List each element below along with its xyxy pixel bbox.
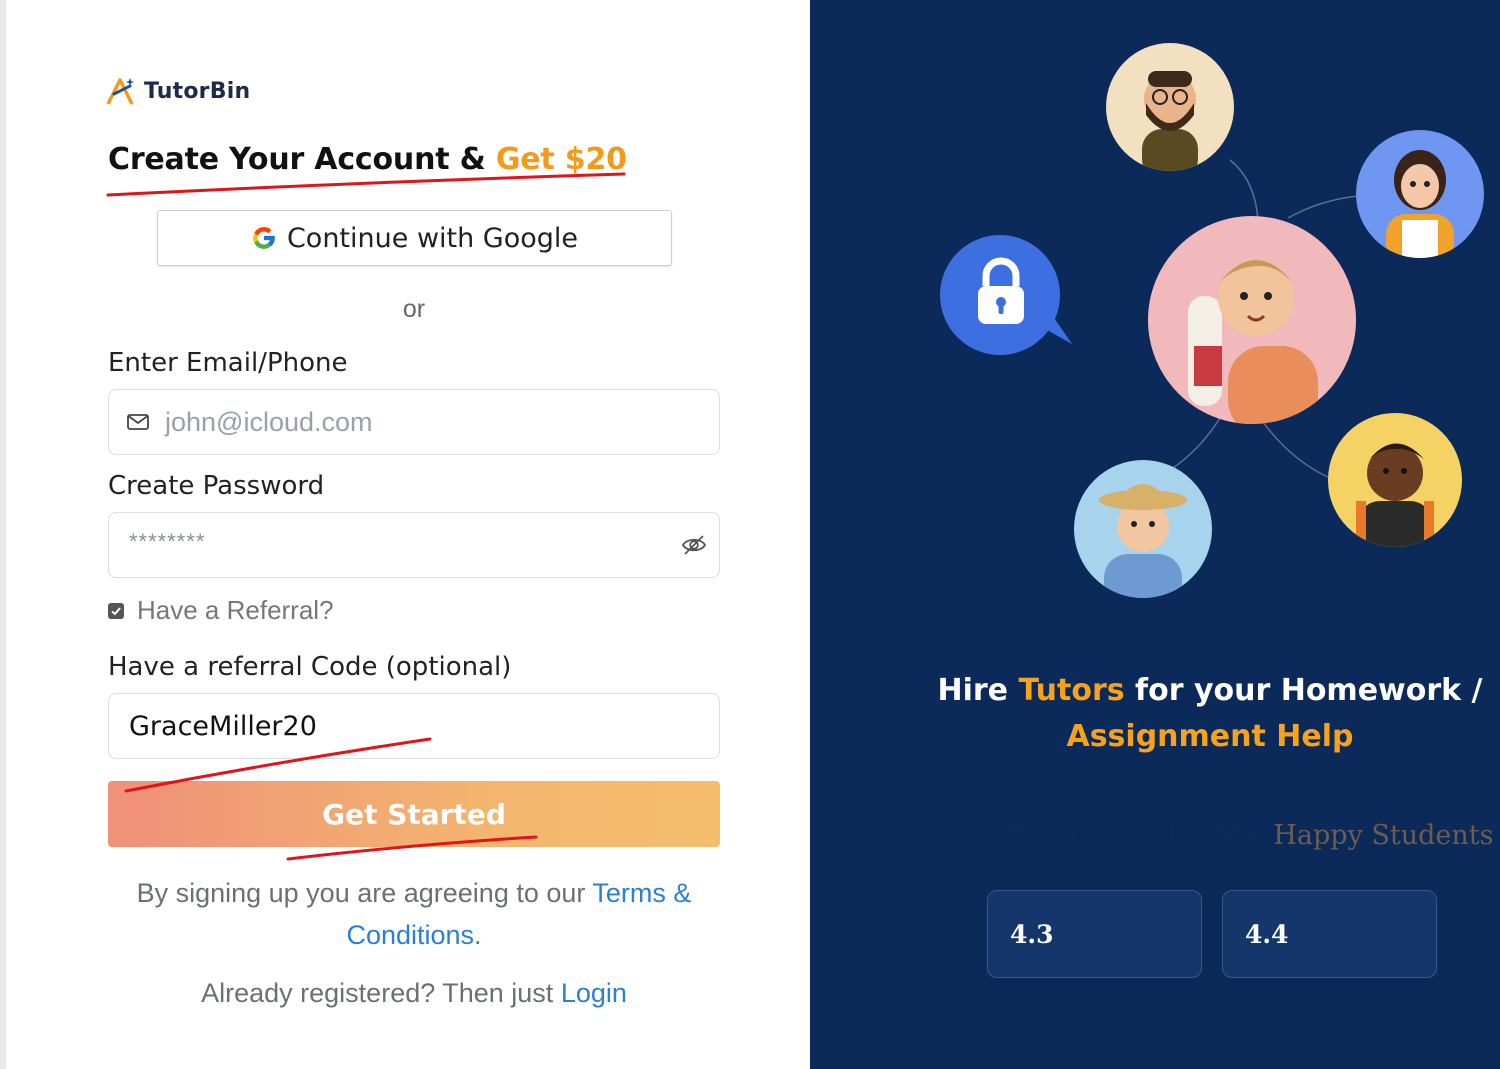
password-value: ******** <box>129 529 206 554</box>
password-label: Create Password <box>108 471 325 501</box>
tutor-avatar-hat <box>1074 460 1212 598</box>
get-started-button[interactable]: Get Started <box>108 781 720 847</box>
rating-value-1: 4.3 <box>1010 919 1054 949</box>
get-started-label: Get Started <box>322 797 506 831</box>
tagline-tutors: Tutors <box>1018 673 1125 708</box>
title-accent: Get $20 <box>495 142 627 177</box>
tutorbin-logo-icon <box>106 78 134 105</box>
login-prefix: Already registered? Then just <box>201 978 561 1008</box>
referral-code-label: Have a referral Code (optional) <box>108 652 512 682</box>
tutor-avatar-bearded <box>1106 43 1234 171</box>
brand-logo[interactable]: TutorBin <box>106 76 250 106</box>
page-title: Create Your Account & Get $20 <box>108 142 627 177</box>
google-signin-button[interactable]: Continue with Google <box>157 210 672 266</box>
referral-checkbox-label: Have a Referral? <box>137 595 334 625</box>
login-prompt: Already registered? Then just Login <box>6 978 822 1009</box>
tagline-homework: for your Homework / <box>1124 673 1483 708</box>
trusted-suffix: Happy Students <box>1273 820 1494 851</box>
or-divider: or <box>402 295 426 323</box>
trusted-by-text: Trusted by 1.1 M+ Happy Students <box>1007 820 1494 851</box>
tagline-line-2: Assignment Help <box>1066 719 1354 754</box>
tutor-avatar-center <box>1148 216 1356 424</box>
referral-toggle[interactable]: Have a Referral? <box>108 595 334 626</box>
tutor-avatar-girl <box>1356 130 1484 258</box>
referral-code-value: GraceMiller20 <box>129 710 317 742</box>
terms-period: . <box>474 920 482 950</box>
heading-underline-mark <box>106 172 626 197</box>
email-label: Enter Email/Phone <box>108 348 348 378</box>
brand-name: TutorBin <box>144 78 251 104</box>
rating-card-1: 4.3 <box>987 890 1202 978</box>
terms-prefix: By signing up you are agreeing to our <box>136 878 593 908</box>
signup-panel: TutorBin Create Your Account & Get $20 C… <box>0 0 810 1069</box>
title-main: Create Your Account & <box>108 142 496 177</box>
lock-chat-bubble <box>940 230 1075 360</box>
email-field[interactable]: john@icloud.com <box>108 389 720 455</box>
promo-panel: Hire Tutors for your Homework / Assignme… <box>810 0 1500 1069</box>
eye-slash-icon[interactable] <box>681 534 707 556</box>
email-placeholder: john@icloud.com <box>165 406 373 437</box>
tagline-hire: Hire <box>937 673 1019 708</box>
google-g-icon <box>253 227 275 249</box>
rating-card-2: 4.4 <box>1222 890 1437 978</box>
google-button-label: Continue with Google <box>286 222 579 254</box>
terms-notice: By signing up you are agreeing to our Te… <box>106 872 722 956</box>
referral-code-field[interactable]: GraceMiller20 <box>108 693 720 759</box>
rating-value-2: 4.4 <box>1245 919 1289 949</box>
trusted-prefix: Trusted by 1.1 M+ <box>1007 820 1274 851</box>
tagline-line-1: Hire Tutors for your Homework / <box>810 668 1500 714</box>
checkmark-icon <box>111 606 121 615</box>
login-link[interactable]: Login <box>561 978 627 1008</box>
promo-tagline: Hire Tutors for your Homework / Assignme… <box>810 668 1500 760</box>
referral-checkbox[interactable] <box>108 602 124 619</box>
mail-icon <box>127 414 149 430</box>
tutor-avatar-boy <box>1328 413 1462 547</box>
password-field[interactable]: ******** <box>108 512 720 578</box>
